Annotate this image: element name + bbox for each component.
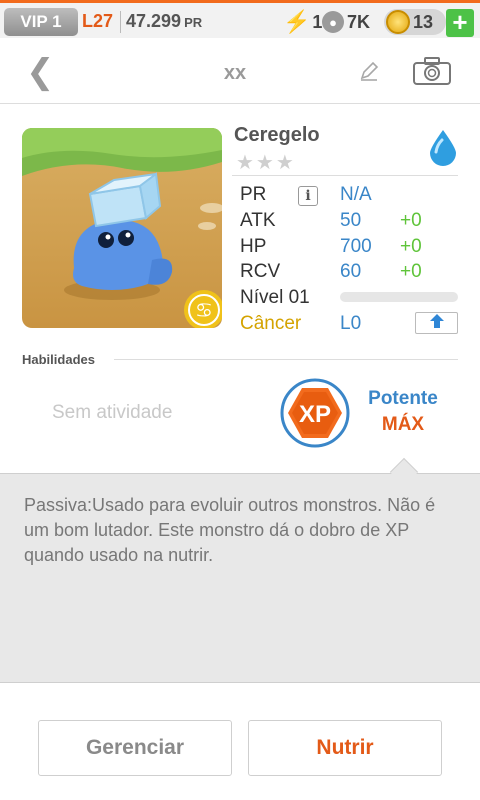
level-label: Nível 01	[240, 287, 310, 308]
paw-icon: ●	[322, 11, 344, 33]
coin-value: 13	[413, 11, 434, 32]
player-power: 47.299 PR	[126, 11, 202, 32]
up-arrow-icon	[429, 313, 445, 334]
no-activity-text: Sem atividade	[52, 402, 173, 423]
status-divider	[120, 11, 121, 33]
atk-label: ATK	[240, 210, 276, 231]
xp-progress-bar	[340, 292, 458, 302]
water-drop-icon	[426, 128, 460, 171]
manage-button[interactable]: Gerenciar	[38, 720, 232, 776]
rcv-bonus: +0	[400, 261, 422, 282]
atk-bonus: +0	[400, 210, 422, 231]
stamina-value: 1	[312, 11, 323, 32]
atk-value: 50	[340, 210, 362, 231]
player-level: L27	[82, 11, 114, 31]
lightning-icon: ⚡	[283, 9, 311, 34]
xp-badge-text: XP	[299, 401, 331, 428]
food-counter[interactable]: ● 7K	[322, 9, 370, 35]
power-unit: PR	[184, 15, 203, 30]
feed-button[interactable]: Nutrir	[248, 720, 442, 776]
hp-value: 700	[340, 236, 372, 257]
rcv-value: 60	[340, 261, 362, 282]
coin-icon	[386, 10, 410, 34]
svg-text:♋: ♋	[195, 298, 213, 322]
upgrade-button[interactable]	[415, 312, 458, 334]
status-bar: VIP 1 L27 47.299 PR ⚡ 1 ● 7K 13 +	[0, 0, 480, 38]
potency-label: Potente	[368, 388, 438, 409]
rcv-label: RCV	[240, 261, 281, 282]
stats-divider	[232, 175, 458, 176]
add-currency-button[interactable]: +	[446, 9, 474, 37]
edit-name-icon[interactable]	[358, 60, 380, 87]
hp-label: HP	[240, 236, 267, 257]
zodiac-level: L0	[340, 313, 362, 334]
stamina-counter[interactable]: ⚡ 1	[283, 9, 322, 35]
skills-heading: Habilidades	[22, 352, 95, 367]
info-icon[interactable]: i	[298, 186, 318, 206]
star-rating: ★★★	[236, 152, 296, 174]
page-title: xx	[223, 62, 247, 84]
power-value: 47.299	[126, 11, 182, 31]
camera-icon[interactable]	[412, 56, 452, 91]
vip-badge[interactable]: VIP 1	[4, 8, 78, 36]
monster-portrait: ♋	[22, 128, 222, 328]
skills-divider	[114, 359, 458, 360]
zodiac-sign-label: Câncer	[240, 313, 302, 334]
page-header: ❮ xx	[0, 38, 480, 104]
potency-value: MÁX	[381, 414, 425, 435]
hp-bonus: +0	[400, 236, 422, 257]
xp-badge-icon[interactable]: XP	[280, 378, 350, 453]
coin-counter[interactable]: 13	[384, 9, 446, 35]
pr-label: PR	[240, 184, 267, 205]
pr-value: N/A	[340, 184, 372, 205]
food-value: 7K	[347, 11, 371, 32]
monster-name: Ceregelo	[234, 124, 320, 146]
skill-description: Passiva:Usado para evoluir outros monstr…	[24, 495, 436, 565]
